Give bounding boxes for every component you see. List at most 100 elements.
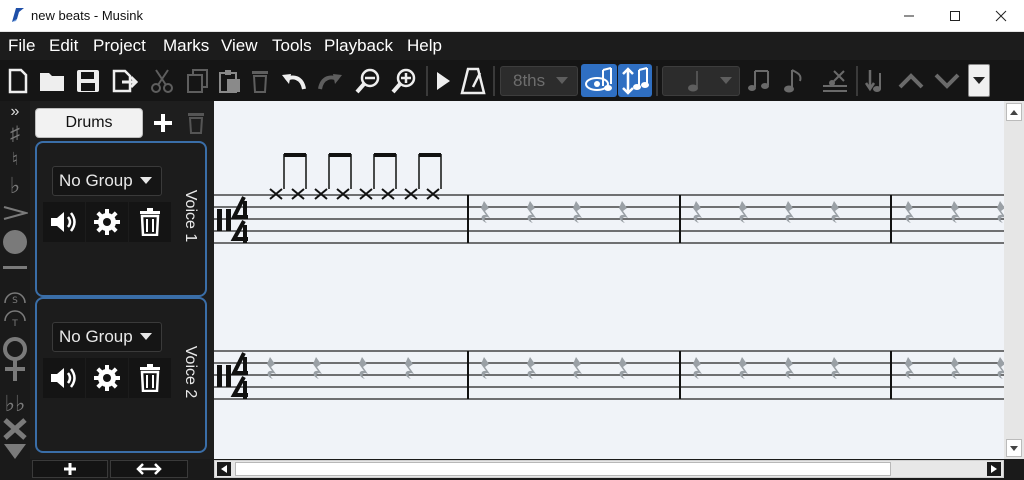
minimize-button[interactable] [886,0,932,31]
staccato-icon[interactable] [0,227,30,257]
voice-2-mute-button[interactable] [43,358,85,398]
chevron-down-icon [139,333,152,340]
score-staff-svg[interactable] [214,101,1006,459]
group-dropdown-voice-2[interactable]: No Group [52,322,162,352]
new-file-icon[interactable] [4,64,32,97]
menu-file[interactable]: File [7,32,36,60]
scroll-down-button[interactable] [1006,439,1022,457]
scroll-right-button[interactable] [987,462,1001,476]
left-arrow-icon [221,465,227,473]
delete-icon[interactable] [246,64,274,97]
menu-help[interactable]: Help [406,32,443,60]
scroll-thumb[interactable] [235,462,891,476]
voice-2-settings-button[interactable] [86,358,128,398]
scroll-left-button[interactable] [217,462,231,476]
fermata-icon[interactable]: S [0,287,30,305]
time-signature [230,352,248,399]
staff-voice-1 [214,194,1004,244]
chevron-down-icon [973,76,985,84]
natural-icon[interactable]: ♮ [0,149,30,170]
more-dropdown[interactable] [968,64,990,97]
undo-icon[interactable] [278,64,310,97]
menu-bar: File Edit Project Marks View Tools Playb… [0,32,1024,60]
quarter-note-icon [688,71,698,92]
toolbar-separator [856,66,858,96]
delete-tab-button[interactable] [183,110,209,136]
horizontal-resize-icon [136,463,162,475]
rests-voice-2 [267,357,1006,379]
edit-notes-icon[interactable] [618,64,652,97]
voice-1-mute-button[interactable] [43,202,85,242]
voice-2-delete-button[interactable] [129,358,171,398]
save-icon[interactable] [72,64,104,97]
toolbar-separator [426,66,428,96]
flag-icon[interactable] [780,64,812,97]
zoom-in-icon[interactable] [388,64,420,97]
rests-voice-1 [481,201,1006,223]
open-hihat-icon[interactable] [0,335,30,381]
menu-playback[interactable]: Playback [323,32,394,60]
flat-icon[interactable]: ♭ [0,173,30,199]
hihat-notes[interactable] [269,153,442,200]
close-button[interactable] [978,0,1024,31]
beam-icon[interactable] [744,64,776,97]
menu-view[interactable]: View [220,32,259,60]
voice-2-label-wrap: Voice 2 [168,346,212,398]
gear-icon [94,365,120,391]
tenuto-fermata-icon[interactable]: T [0,309,30,327]
horizontal-scrollbar[interactable] [214,460,1004,478]
speaker-icon [51,212,76,232]
group-value: No Group [59,171,133,190]
expand-palette-icon[interactable]: » [0,103,30,121]
double-sharp-icon[interactable] [0,417,30,441]
toolbar: 8ths [0,60,1024,101]
voice-1-delete-button[interactable] [129,202,171,242]
menu-edit[interactable]: Edit [48,32,79,60]
duration-dropdown[interactable]: 8ths [500,66,578,96]
plus-icon [154,114,172,132]
note-dropdown[interactable] [662,66,740,96]
double-flat-icon[interactable]: ♭♭ [0,391,30,417]
toolbar-separator [656,66,658,96]
resize-panel-button[interactable] [110,460,188,478]
menu-marks[interactable]: Marks [162,32,210,60]
score-area[interactable] [214,101,1006,459]
export-icon[interactable] [108,64,140,97]
tenuto-icon[interactable] [0,265,30,271]
accent-icon[interactable] [0,205,30,221]
view-notes-icon[interactable] [581,64,617,97]
down-arrow-icon[interactable] [932,64,962,97]
svg-text:T: T [11,319,18,327]
trash-icon [140,364,160,392]
title-bar: new beats - Musink [0,0,1024,32]
zoom-out-icon[interactable] [352,64,384,97]
play-icon[interactable] [431,64,455,97]
cut-icon[interactable] [146,64,178,97]
symbol-palette: » ♯ ♮ ♭ S T ♭♭ [0,101,30,459]
metronome-icon[interactable] [458,64,488,97]
menu-tools[interactable]: Tools [271,32,313,60]
maximize-button[interactable] [932,0,978,31]
sharp-icon[interactable]: ♯ [0,123,30,146]
paste-icon[interactable] [214,64,246,97]
vertical-scrollbar[interactable] [1004,101,1024,459]
chevron-down-icon [556,77,569,84]
svg-text:S: S [12,296,18,305]
pitch-down-icon[interactable] [862,64,892,97]
redo-icon[interactable] [314,64,346,97]
menu-project[interactable]: Project [92,32,147,60]
add-voice-button[interactable] [32,460,108,478]
tab-drums[interactable]: Drums [35,108,143,138]
copy-icon[interactable] [182,64,214,97]
scroll-up-button[interactable] [1006,103,1022,121]
gear-icon [94,209,120,235]
up-arrow-icon[interactable] [896,64,926,97]
add-tab-button[interactable] [150,110,176,136]
percussion-clef [217,365,231,387]
open-folder-icon[interactable] [36,64,68,97]
chevron-down-icon [139,177,152,184]
group-dropdown-voice-1[interactable]: No Group [52,166,162,196]
voice-1-settings-button[interactable] [86,202,128,242]
tuplet-icon[interactable] [818,64,852,97]
down-triangle-icon[interactable] [0,443,30,459]
